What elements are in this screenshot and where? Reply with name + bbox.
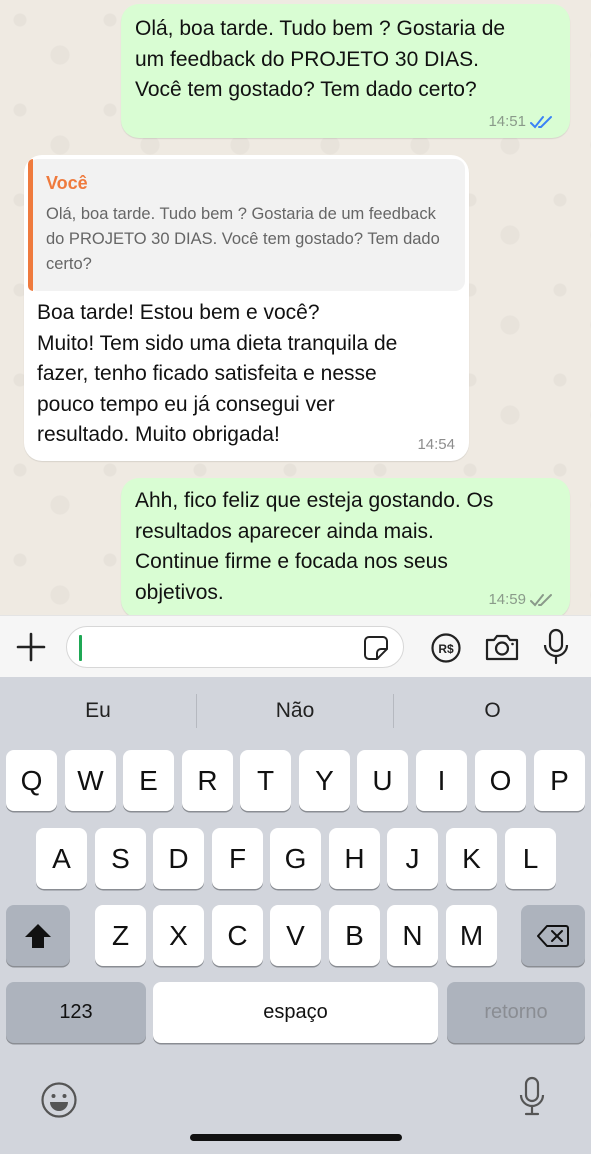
key-r[interactable]: R bbox=[182, 750, 233, 811]
key-n[interactable]: N bbox=[387, 905, 438, 966]
key-e[interactable]: E bbox=[123, 750, 174, 811]
key-a[interactable]: A bbox=[36, 828, 87, 889]
emoji-icon[interactable] bbox=[40, 1081, 78, 1119]
numbers-key[interactable]: 123 bbox=[6, 982, 146, 1043]
message-text: Olá, boa tarde. Tudo bem ? Gostaria de u… bbox=[135, 17, 506, 101]
home-indicator[interactable] bbox=[190, 1134, 402, 1141]
delivered-ticks-icon bbox=[530, 593, 552, 606]
keyboard: Eu Não O Q W E R T Y U I O P A S D F G H… bbox=[0, 677, 591, 1154]
key-f[interactable]: F bbox=[212, 828, 263, 889]
space-key[interactable]: espaço bbox=[153, 982, 438, 1043]
message-text: Boa tarde! Estou bem e você? Muito! Tem … bbox=[37, 301, 398, 446]
plus-icon[interactable] bbox=[14, 630, 48, 664]
key-v[interactable]: V bbox=[270, 905, 321, 966]
suggestion-2[interactable]: Não bbox=[197, 677, 393, 745]
key-j[interactable]: J bbox=[387, 828, 438, 889]
key-q[interactable]: Q bbox=[6, 750, 57, 811]
read-ticks-icon bbox=[530, 115, 552, 128]
key-x[interactable]: X bbox=[153, 905, 204, 966]
sticker-icon[interactable] bbox=[363, 635, 389, 661]
key-t[interactable]: T bbox=[240, 750, 291, 811]
message-input[interactable] bbox=[66, 626, 404, 668]
shift-key[interactable] bbox=[6, 905, 70, 966]
suggestion-1[interactable]: Eu bbox=[0, 677, 196, 745]
key-s[interactable]: S bbox=[95, 828, 146, 889]
key-i[interactable]: I bbox=[416, 750, 467, 811]
message-outgoing[interactable]: Olá, boa tarde. Tudo bem ? Gostaria de u… bbox=[121, 4, 570, 138]
backspace-icon bbox=[537, 924, 569, 947]
quoted-message[interactable]: Você Olá, boa tarde. Tudo bem ? Gostaria… bbox=[28, 159, 465, 291]
suggestion-3[interactable]: O bbox=[394, 677, 591, 745]
message-meta: 14:51 bbox=[488, 113, 554, 130]
key-y[interactable]: Y bbox=[299, 750, 350, 811]
message-outgoing[interactable]: Ahh, fico feliz que esteja gostando. Os … bbox=[121, 478, 570, 615]
return-key[interactable]: retorno bbox=[447, 982, 585, 1043]
dictation-microphone-icon[interactable] bbox=[517, 1076, 547, 1118]
svg-text:R$: R$ bbox=[438, 642, 454, 656]
key-w[interactable]: W bbox=[65, 750, 116, 811]
key-k[interactable]: K bbox=[446, 828, 497, 889]
shift-icon bbox=[25, 923, 51, 948]
key-b[interactable]: B bbox=[329, 905, 380, 966]
key-p[interactable]: P bbox=[534, 750, 585, 811]
message-time: 14:54 bbox=[417, 436, 455, 453]
suggestion-bar: Eu Não O bbox=[0, 677, 591, 745]
quote-author: Você bbox=[46, 173, 88, 193]
message-time: 14:51 bbox=[488, 113, 526, 130]
payment-icon[interactable]: R$ bbox=[430, 632, 462, 664]
message-meta: 14:54 bbox=[417, 436, 455, 453]
composer-bar: R$ bbox=[0, 615, 591, 677]
message-meta: 14:59 bbox=[488, 591, 554, 608]
text-caret bbox=[79, 635, 82, 661]
quote-text: Olá, boa tarde. Tudo bem ? Gostaria de u… bbox=[46, 205, 440, 273]
message-time: 14:59 bbox=[488, 591, 526, 608]
key-c[interactable]: C bbox=[212, 905, 263, 966]
key-z[interactable]: Z bbox=[95, 905, 146, 966]
key-g[interactable]: G bbox=[270, 828, 321, 889]
chat-area[interactable]: Olá, boa tarde. Tudo bem ? Gostaria de u… bbox=[0, 0, 591, 615]
key-l[interactable]: L bbox=[505, 828, 556, 889]
microphone-icon[interactable] bbox=[541, 628, 571, 666]
message-incoming[interactable]: Você Olá, boa tarde. Tudo bem ? Gostaria… bbox=[24, 155, 469, 461]
backspace-key[interactable] bbox=[521, 905, 585, 966]
key-d[interactable]: D bbox=[153, 828, 204, 889]
key-o[interactable]: O bbox=[475, 750, 526, 811]
key-h[interactable]: H bbox=[329, 828, 380, 889]
key-u[interactable]: U bbox=[357, 750, 408, 811]
camera-icon[interactable] bbox=[484, 631, 520, 663]
key-m[interactable]: M bbox=[446, 905, 497, 966]
message-text: Ahh, fico feliz que esteja gostando. Os … bbox=[135, 489, 494, 604]
